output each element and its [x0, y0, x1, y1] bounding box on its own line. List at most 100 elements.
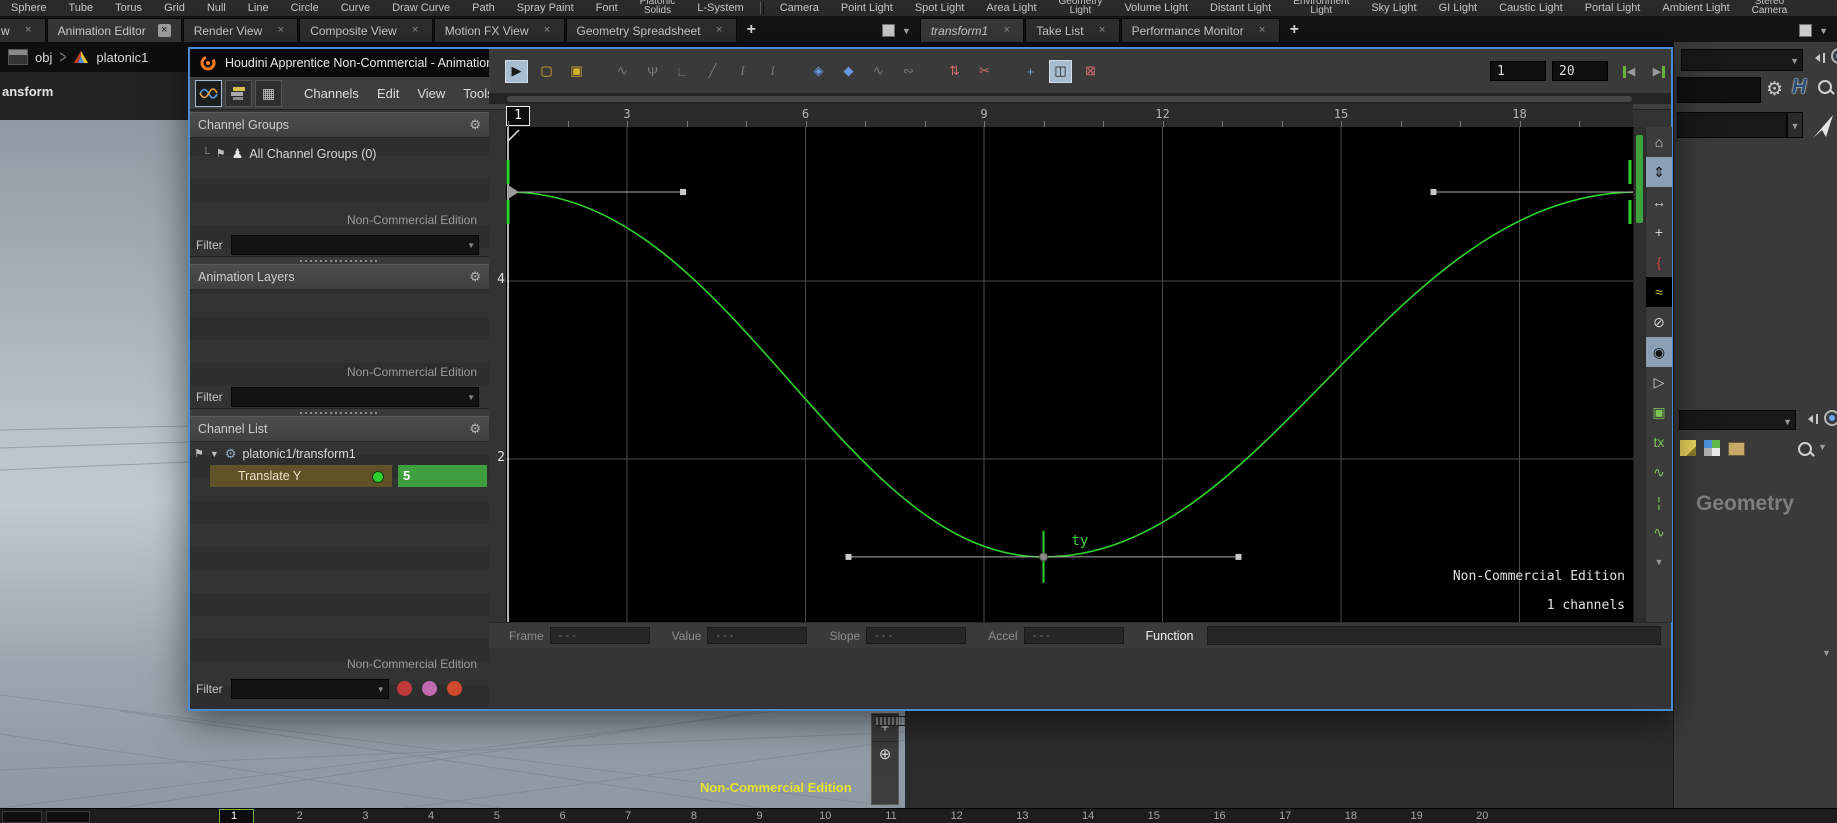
- path-segment-node[interactable]: platonic1: [96, 50, 148, 65]
- chevron-down-icon[interactable]: ▼: [467, 393, 475, 402]
- frame-ruler[interactable]: 1 369121518: [506, 104, 1633, 128]
- shelf-tool[interactable]: EnvironmentLight: [1282, 0, 1360, 15]
- pane-tab[interactable]: Geometry Spreadsheet ×: [566, 18, 737, 42]
- scrollbar-thumb[interactable]: [507, 96, 1632, 102]
- playbar-frame-number[interactable]: 12: [951, 810, 963, 822]
- graph-tool-icon[interactable]: ◆: [837, 60, 860, 83]
- dropdown-caret-icon[interactable]: ▼: [1818, 442, 1827, 452]
- channel-groups-header[interactable]: Channel Groups ⚙: [190, 112, 489, 138]
- playbar-frame-number[interactable]: 20: [1476, 810, 1488, 822]
- pane-tab[interactable]: Take List ×: [1025, 18, 1119, 42]
- filter-input[interactable]: ▼: [231, 235, 479, 255]
- tab-close-icon[interactable]: ×: [541, 24, 554, 37]
- tab-close-icon[interactable]: ×: [22, 24, 35, 37]
- frame-start-input[interactable]: 1: [1490, 61, 1546, 81]
- gear-icon[interactable]: ⚙: [469, 421, 481, 437]
- status-field-input[interactable]: - - -: [866, 627, 966, 644]
- graph-plot-area[interactable]: ty Non-Commercial Edition 1 channels: [506, 127, 1633, 622]
- tab-close-icon[interactable]: ×: [1000, 24, 1013, 37]
- playbar-frame-number[interactable]: 19: [1410, 810, 1422, 822]
- graph-tool-icon[interactable]: Ψ: [641, 60, 664, 83]
- graph-side-icon[interactable]: ↔: [1646, 187, 1672, 217]
- playbar-frame-number[interactable]: 13: [1016, 810, 1028, 822]
- target-icon[interactable]: [1824, 410, 1837, 426]
- graph-tool-icon[interactable]: ╱: [701, 60, 724, 83]
- scope-red-icon[interactable]: [447, 681, 462, 696]
- playbar-frame-number[interactable]: 14: [1082, 810, 1094, 822]
- shelf-tool[interactable]: Sphere: [0, 2, 57, 14]
- status-field-input[interactable]: - - -: [707, 627, 807, 644]
- filter-input[interactable]: ▼: [231, 387, 479, 407]
- search-icon[interactable]: [1818, 80, 1832, 94]
- playbar-frame-number[interactable]: 2: [297, 810, 303, 822]
- pane-tab[interactable]: Performance Monitor ×: [1121, 18, 1280, 42]
- pane-maximize-icon[interactable]: [882, 24, 895, 37]
- shelf-tool[interactable]: Grid: [153, 2, 196, 14]
- scope-off-icon[interactable]: [397, 681, 412, 696]
- tab-close-icon[interactable]: ×: [158, 24, 171, 37]
- graph-view-mode-button[interactable]: [195, 80, 222, 107]
- shelf-tool[interactable]: PlatonicSolids: [629, 0, 687, 15]
- graph-side-icon[interactable]: ∿: [1646, 517, 1672, 547]
- pane-tab[interactable]: Composite View ×: [299, 18, 432, 42]
- shelf-tool[interactable]: Null: [196, 2, 237, 14]
- shelf-tool[interactable]: Distant Light: [1199, 2, 1282, 14]
- scrollbar-thumb[interactable]: [1636, 135, 1643, 223]
- pane-tab[interactable]: Animation Editor ×: [47, 18, 182, 42]
- shelf-tool[interactable]: Draw Curve: [381, 2, 461, 14]
- shelf-tool[interactable]: Circle: [280, 2, 330, 14]
- shelf-tool[interactable]: Path: [461, 2, 506, 14]
- gear-icon[interactable]: ⚙: [469, 117, 481, 133]
- graph-side-icon[interactable]: +: [1646, 217, 1672, 247]
- tab-close-icon[interactable]: ×: [1096, 24, 1109, 37]
- graph-side-icon[interactable]: ▣: [1646, 397, 1672, 427]
- shelf-tool[interactable]: GI Light: [1428, 2, 1489, 14]
- shelf-tool[interactable]: Area Light: [975, 2, 1047, 14]
- pane-tab[interactable]: Render View ×: [183, 18, 298, 42]
- channel-name-cell[interactable]: Translate Y: [210, 465, 392, 487]
- graph-tool-icon[interactable]: ∿: [611, 60, 634, 83]
- shelf-tool[interactable]: GeometryLight: [1048, 0, 1114, 15]
- houdini-h-icon[interactable]: H: [1792, 76, 1806, 99]
- shelf-tool[interactable]: Spray Paint: [506, 2, 585, 14]
- playbar-frame-number[interactable]: 9: [757, 810, 763, 822]
- graph-tool-icon[interactable]: ✂: [973, 60, 996, 83]
- table-view-mode-button[interactable]: [225, 80, 252, 107]
- pane-menu-caret-icon[interactable]: ▼: [902, 26, 911, 36]
- shelf-tool[interactable]: [760, 2, 764, 14]
- graph-side-icon[interactable]: ▼: [1646, 547, 1672, 577]
- playbar-frame-number[interactable]: 5: [494, 810, 500, 822]
- view-zoom-icon[interactable]: ⊕: [872, 741, 898, 768]
- scope-pin-icon[interactable]: ⚑: [194, 447, 204, 460]
- menu-item[interactable]: View: [408, 86, 454, 101]
- menu-item[interactable]: Edit: [368, 86, 408, 101]
- graph-tool-icon[interactable]: ▢: [535, 60, 558, 83]
- graph-tool-icon[interactable]: I: [731, 60, 754, 83]
- graph-tool-icon[interactable]: ◫: [1049, 60, 1072, 83]
- pane-tab[interactable]: Motion FX View ×: [434, 18, 565, 42]
- graph-side-icon[interactable]: ▷: [1646, 367, 1672, 397]
- shelf-tool[interactable]: Volume Light: [1113, 2, 1199, 14]
- tab-close-icon[interactable]: ×: [409, 24, 422, 37]
- playbar-frame-number[interactable]: 8: [691, 810, 697, 822]
- channel-group-root-item[interactable]: └ ⚑ ♟ All Channel Groups (0): [190, 142, 489, 165]
- channel-list-header[interactable]: Channel List ⚙: [190, 416, 489, 442]
- tab-close-icon[interactable]: ×: [713, 24, 726, 37]
- shelf-tool[interactable]: Torus: [104, 2, 153, 14]
- graph-tool-icon[interactable]: ▣: [565, 60, 588, 83]
- tab-close-icon[interactable]: ×: [274, 24, 287, 37]
- color-palette-icon[interactable]: [1704, 440, 1720, 456]
- jump-to-end-button[interactable]: ▶: [1647, 62, 1671, 81]
- shelf-tool[interactable]: L-System: [686, 2, 754, 14]
- tab-close-icon[interactable]: ×: [1256, 24, 1269, 37]
- display-options-field[interactable]: [1677, 77, 1761, 103]
- playbar-field[interactable]: [2, 811, 42, 823]
- playbar-frame-number[interactable]: 7: [625, 810, 631, 822]
- playbar-frame-number[interactable]: 15: [1148, 810, 1160, 822]
- shelf-tool[interactable]: Sky Light: [1360, 2, 1427, 14]
- function-input[interactable]: [1207, 626, 1661, 645]
- graph-side-icon[interactable]: tx: [1646, 427, 1672, 457]
- graph-side-icon[interactable]: ¦: [1646, 487, 1672, 517]
- shelf-tool[interactable]: Point Light: [830, 2, 904, 14]
- graph-tool-icon[interactable]: ⊠: [1079, 60, 1102, 83]
